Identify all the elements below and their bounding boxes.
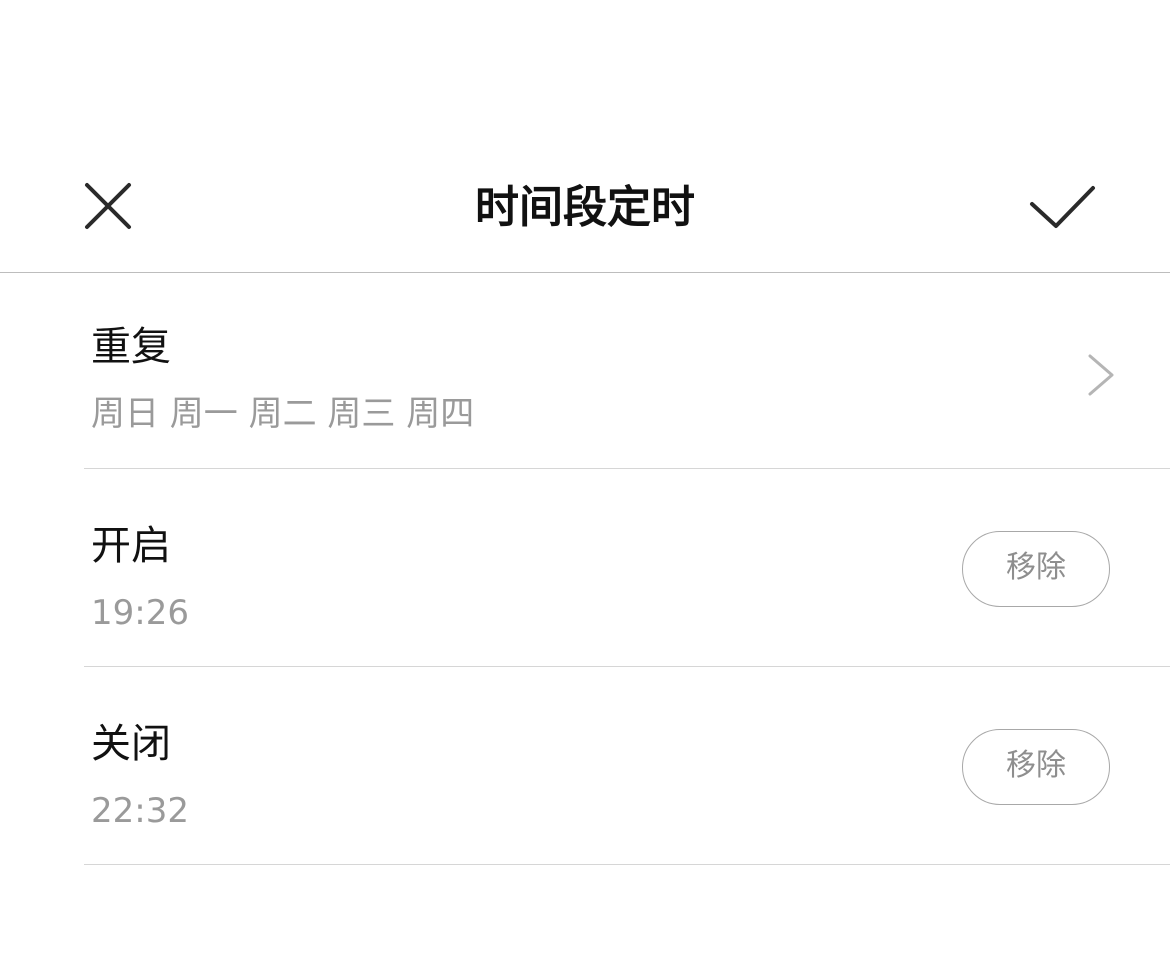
- close-label: 关闭: [91, 721, 171, 767]
- repeat-label: 重复: [91, 324, 171, 370]
- open-time-row[interactable]: 开启 19:26 移除: [84, 469, 1170, 667]
- close-time-row[interactable]: 关闭 22:32 移除: [84, 667, 1170, 865]
- page-title: 时间段定时: [475, 182, 695, 233]
- chevron-right-icon: [1088, 354, 1114, 396]
- header-bar: 时间段定时: [0, 146, 1170, 273]
- open-label: 开启: [91, 523, 171, 569]
- close-time: 22:32: [91, 791, 189, 831]
- repeat-days: 周日 周一 周二 周三 周四: [91, 394, 475, 434]
- remove-open-button[interactable]: 移除: [962, 531, 1110, 607]
- remove-close-button[interactable]: 移除: [962, 729, 1110, 805]
- checkmark-icon: [1030, 186, 1095, 228]
- confirm-button[interactable]: [1026, 176, 1098, 236]
- open-time: 19:26: [91, 593, 189, 633]
- repeat-row[interactable]: 重复 周日 周一 周二 周三 周四: [84, 274, 1170, 469]
